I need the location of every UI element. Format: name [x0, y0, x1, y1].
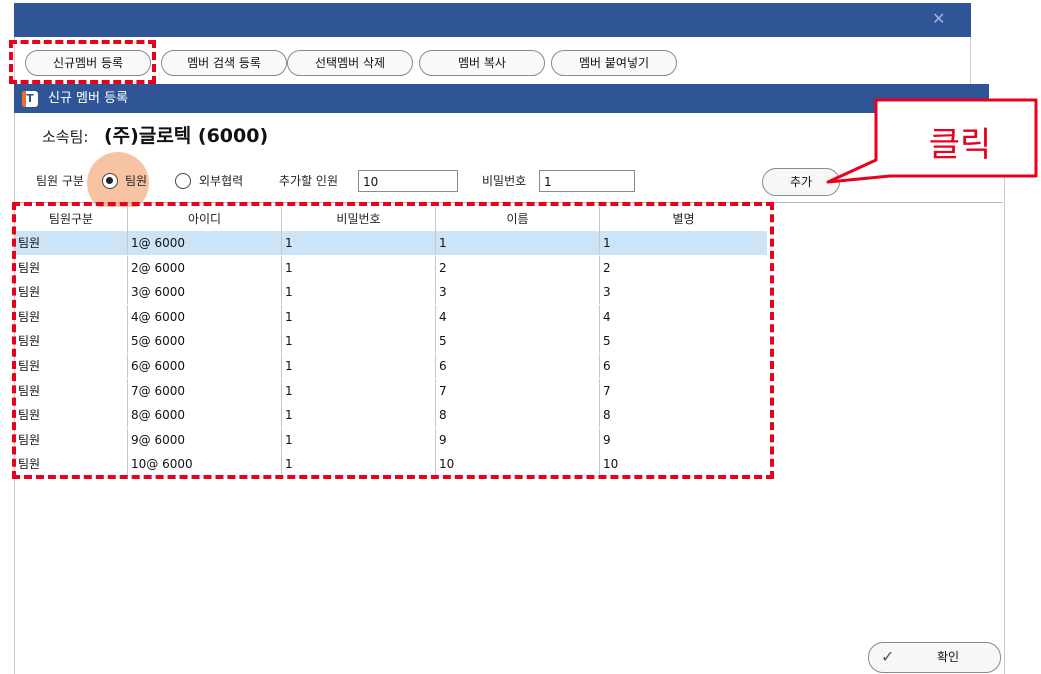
cell-id[interactable]: 4@ 6000 [128, 304, 282, 329]
cell-password[interactable]: 1 [282, 304, 436, 329]
radio-team-member[interactable] [102, 173, 118, 189]
table-row[interactable]: 팀원 1@ 6000 1 1 1 [15, 231, 767, 255]
table-row[interactable]: 팀원 10@ 6000 1 10 10 [15, 452, 767, 477]
password-input[interactable]: 1 [539, 170, 635, 192]
cell-nickname[interactable]: 10 [600, 452, 767, 476]
radio-external-partner[interactable] [175, 173, 191, 189]
table-row[interactable]: 팀원 5@ 6000 1 5 5 [15, 329, 767, 354]
copy-member-button[interactable]: 멤버 복사 [419, 50, 545, 76]
cell-name[interactable]: 8 [436, 403, 600, 428]
confirm-button-label: 확인 [937, 650, 960, 664]
cell-nickname[interactable]: 4 [600, 305, 767, 329]
member-search-register-button[interactable]: 멤버 검색 등록 [161, 50, 287, 76]
add-button[interactable]: 추가 [762, 168, 840, 196]
cell-member-type[interactable]: 팀원 [15, 231, 128, 255]
cell-name[interactable]: 5 [436, 329, 600, 354]
cell-member-type[interactable]: 팀원 [15, 378, 128, 403]
cell-member-type[interactable]: 팀원 [15, 255, 128, 280]
cell-name[interactable]: 2 [436, 255, 600, 280]
grid-header: 팀원구분 아이디 비밀번호 이름 별명 [15, 207, 767, 231]
cell-member-type[interactable]: 팀원 [15, 329, 128, 354]
divider [15, 202, 1003, 203]
radio-team-member-label: 팀원 [125, 174, 148, 188]
cell-password[interactable]: 1 [282, 329, 436, 354]
cell-member-type[interactable]: 팀원 [15, 304, 128, 329]
cell-password[interactable]: 1 [282, 427, 436, 452]
cell-name[interactable]: 1 [436, 231, 600, 255]
new-member-register-button[interactable]: 신규멤버 등록 [25, 50, 151, 76]
password-label: 비밀번호 [482, 174, 527, 188]
table-row[interactable]: 팀원 8@ 6000 1 8 8 [15, 403, 767, 428]
member-type-label: 팀원 구분 [36, 174, 84, 188]
cell-member-type[interactable]: 팀원 [15, 280, 128, 305]
paste-member-button[interactable]: 멤버 붙여넣기 [551, 50, 677, 76]
member-toolbar: 신규멤버 등록 멤버 검색 등록 선택멤버 삭제 멤버 복사 멤버 붙여넣기 [14, 37, 971, 84]
cell-name[interactable]: 9 [436, 427, 600, 452]
table-row[interactable]: 팀원 7@ 6000 1 7 7 [15, 378, 767, 403]
cell-password[interactable]: 1 [282, 354, 436, 378]
cell-id[interactable]: 2@ 6000 [128, 255, 282, 280]
cell-id[interactable]: 1@ 6000 [128, 231, 282, 255]
radio-selected-dot [106, 177, 113, 184]
cell-name[interactable]: 3 [436, 280, 600, 305]
column-header-id[interactable]: 아이디 [128, 207, 282, 231]
dialog-titlebar: T 신규 멤버 등록 [14, 84, 989, 113]
cell-member-type[interactable]: 팀원 [15, 427, 128, 452]
confirm-button[interactable]: ✓ 확인 [868, 642, 1001, 673]
cell-id[interactable]: 9@ 6000 [128, 427, 282, 452]
outer-window-titlebar [14, 3, 971, 37]
add-count-label: 추가할 인원 [279, 174, 339, 188]
cell-name[interactable]: 10 [436, 452, 600, 477]
add-count-input[interactable]: 10 [358, 170, 458, 192]
column-header-member-type[interactable]: 팀원구분 [15, 207, 128, 231]
cell-password[interactable]: 1 [282, 280, 436, 305]
cell-id[interactable]: 5@ 6000 [128, 329, 282, 354]
cell-id[interactable]: 10@ 6000 [128, 452, 282, 477]
cell-password[interactable]: 1 [282, 378, 436, 403]
cell-member-type[interactable]: 팀원 [15, 354, 128, 378]
cell-password[interactable]: 1 [282, 231, 436, 255]
column-header-name[interactable]: 이름 [436, 207, 600, 231]
cell-name[interactable]: 4 [436, 304, 600, 329]
cell-nickname[interactable]: 5 [600, 329, 767, 353]
cell-name[interactable]: 6 [436, 354, 600, 378]
delete-selected-member-button[interactable]: 선택멤버 삭제 [287, 50, 413, 76]
table-row[interactable]: 팀원 9@ 6000 1 9 9 [15, 427, 767, 452]
table-row[interactable]: 팀원 6@ 6000 1 6 6 [15, 354, 767, 378]
cell-nickname[interactable]: 7 [600, 379, 767, 403]
cell-id[interactable]: 7@ 6000 [128, 378, 282, 403]
table-row[interactable]: 팀원 3@ 6000 1 3 3 [15, 280, 767, 305]
cell-nickname[interactable]: 3 [600, 280, 767, 304]
team-name: (주)글로텍 (6000) [104, 125, 269, 147]
cell-member-type[interactable]: 팀원 [15, 403, 128, 428]
cell-member-type[interactable]: 팀원 [15, 452, 128, 477]
cell-id[interactable]: 8@ 6000 [128, 403, 282, 428]
cell-id[interactable]: 3@ 6000 [128, 280, 282, 305]
table-row[interactable]: 팀원 2@ 6000 1 2 2 [15, 255, 767, 280]
app-logo-icon: T [22, 91, 38, 107]
cell-nickname[interactable]: 6 [600, 354, 767, 378]
radio-external-partner-label: 외부협력 [199, 174, 244, 188]
cell-name[interactable]: 7 [436, 378, 600, 403]
cell-nickname[interactable]: 8 [600, 403, 767, 427]
cell-password[interactable]: 1 [282, 403, 436, 428]
check-icon: ✓ [881, 647, 895, 666]
table-row[interactable]: 팀원 4@ 6000 1 4 4 [15, 304, 767, 329]
cell-nickname[interactable]: 1 [600, 231, 767, 255]
cell-password[interactable]: 1 [282, 255, 436, 280]
dialog-title: 신규 멤버 등록 [48, 91, 129, 106]
column-header-nickname[interactable]: 별명 [600, 207, 767, 231]
team-label: 소속팀: [42, 128, 89, 146]
cell-nickname[interactable]: 2 [600, 256, 767, 280]
cell-password[interactable]: 1 [282, 452, 436, 477]
close-icon[interactable]: ✕ [932, 9, 945, 29]
column-header-password[interactable]: 비밀번호 [282, 207, 436, 231]
cell-id[interactable]: 6@ 6000 [128, 354, 282, 378]
cell-nickname[interactable]: 9 [600, 428, 767, 452]
